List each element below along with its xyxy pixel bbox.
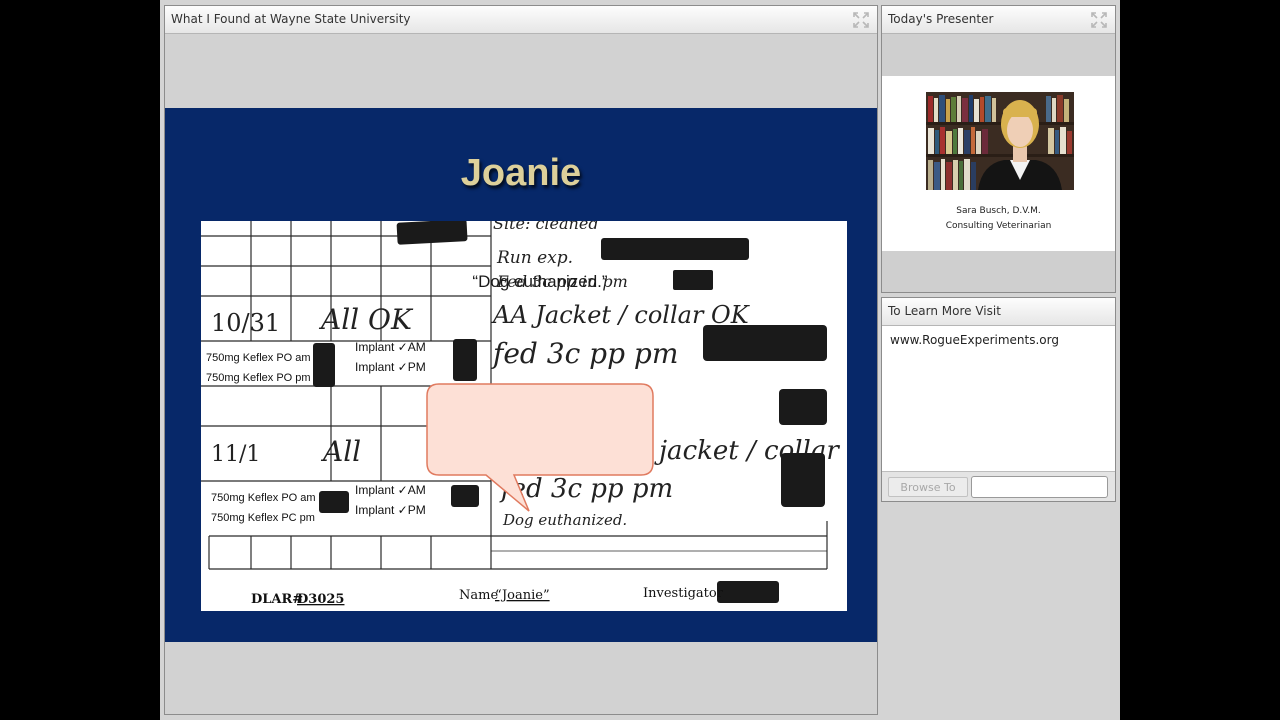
handwritten-line-2: Run exp.	[496, 248, 573, 268]
presentation-slide: Joanie 10/31 All OK 11/1 All 750mg Kefle…	[165, 108, 877, 642]
implant-pm-2: Implant ✓PM	[355, 503, 426, 517]
handwritten-line-4: AA Jacket / collar OK	[491, 301, 751, 329]
dlar-value: D3025	[297, 592, 344, 607]
presenter-card: Sara Busch, D.V.M. Consulting Veterinari…	[882, 76, 1115, 251]
callout-text: “Dog euthanized.”	[472, 272, 608, 291]
learn-more-pod: To Learn More Visit www.RogueExperiments…	[881, 297, 1116, 502]
share-pod-title: What I Found at Wayne State University	[171, 12, 411, 26]
learn-more-pod-header: To Learn More Visit	[882, 298, 1115, 326]
handwritten-line-7: fed 3c pp pm	[499, 474, 673, 504]
row-note-2: All	[320, 435, 361, 468]
implant-am-1: Implant ✓AM	[355, 340, 426, 354]
learn-more-pod-title: To Learn More Visit	[888, 304, 1001, 318]
name-label: Name	[459, 588, 498, 603]
slide-title: Joanie	[460, 152, 582, 194]
share-pod-header: What I Found at Wayne State University	[165, 6, 877, 34]
handwritten-line-5: fed 3c pp pm	[491, 337, 678, 370]
med-line-am-2: 750mg Keflex PO am	[211, 492, 316, 504]
presenter-pod-header: Today's Presenter	[882, 6, 1115, 34]
presenter-photo	[926, 92, 1074, 190]
dlar-label: DLAR#	[251, 592, 303, 607]
row-date-2: 11/1	[211, 442, 260, 467]
presenter-pod: Today's Presenter Sara Busch, D.V.M. Con…	[881, 5, 1116, 293]
med-line-pm-1: 750mg Keflex PO pm	[206, 372, 311, 384]
med-line-am-1: 750mg Keflex PO am	[206, 352, 311, 364]
fullscreen-icon[interactable]	[1091, 12, 1107, 28]
presenter-pod-title: Today's Presenter	[888, 12, 994, 26]
handwritten-line-8: Dog euthanized.	[502, 511, 627, 529]
url-input[interactable]	[971, 476, 1108, 498]
fullscreen-icon[interactable]	[853, 12, 869, 28]
row-date-1: 10/31	[211, 309, 280, 337]
implant-am-2: Implant ✓AM	[355, 483, 426, 497]
implant-pm-1: Implant ✓PM	[355, 360, 426, 374]
row-note-1: All OK	[318, 303, 414, 336]
handwritten-line-1: Site: cleaned	[493, 221, 599, 233]
name-value: “Joanie”	[495, 588, 550, 603]
med-line-pm-2: 750mg Keflex PC pm	[211, 512, 315, 524]
learn-more-footer: Browse To	[882, 471, 1115, 501]
browse-to-button[interactable]: Browse To	[888, 477, 968, 497]
meeting-room: What I Found at Wayne State University J…	[160, 0, 1120, 720]
presenter-role: Consulting Veterinarian	[945, 221, 1052, 231]
investigator-label: Investigator	[643, 586, 724, 601]
share-pod: What I Found at Wayne State University J…	[164, 5, 878, 715]
presenter-name: Sara Busch, D.V.M.	[956, 206, 1041, 216]
website-link[interactable]: www.RogueExperiments.org	[890, 333, 1059, 347]
